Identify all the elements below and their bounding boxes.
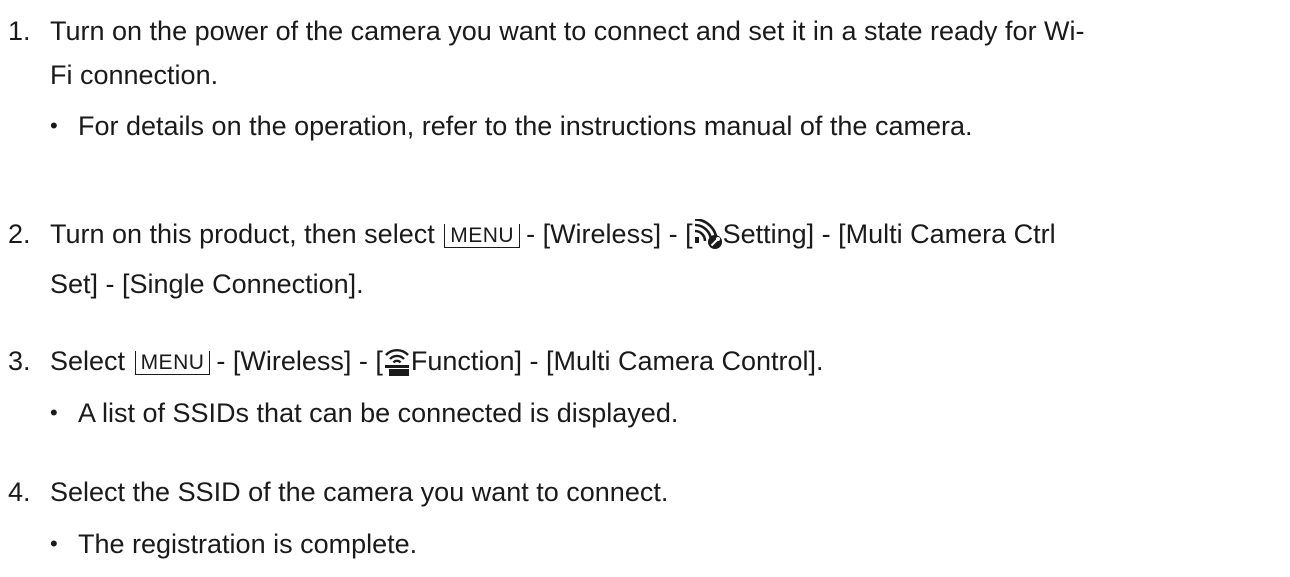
bullet-text: A list of SSIDs that can be connected is…: [78, 398, 679, 428]
step-number: 3.: [8, 346, 31, 376]
step-3: 3. Select MENU - [Wireless] - [ Function]…: [8, 339, 1280, 389]
wifi-function-icon: [383, 345, 411, 389]
step-number: 1.: [8, 16, 31, 46]
step-1-bullet: • For details on the operation, refer to…: [42, 104, 1272, 148]
step-text: Turn on this product, then select MENU - …: [50, 212, 1280, 306]
step-text-line: Turn on the power of the camera you want…: [50, 16, 1085, 46]
menu-key: MENU: [444, 224, 521, 248]
step-text: Select the SSID of the camera you want t…: [50, 477, 669, 507]
wifi-setting-icon: [693, 218, 723, 262]
step-text-line: Select MENU - [Wireless] - [ Function] - …: [50, 339, 1280, 389]
step-text-mid: - [Wireless] - [: [526, 219, 693, 249]
step-text-line: Fi connection.: [50, 60, 219, 90]
step-number: 2.: [8, 219, 31, 249]
step-number: 4.: [8, 477, 31, 507]
bullet-dot: •: [50, 400, 58, 425]
bullet-text: For details on the operation, refer to t…: [78, 111, 973, 141]
bullet-dot: •: [50, 531, 58, 556]
step-text-prefix: Select: [50, 346, 126, 376]
menu-key: MENU: [134, 351, 211, 375]
step-1: 1. Turn on the power of the camera you w…: [8, 9, 1280, 97]
step-3-bullet: • A list of SSIDs that can be connected …: [42, 391, 1272, 435]
step-text-after-icon: Setting] - [Multi Camera Ctrl: [722, 219, 1056, 249]
step-text-line: Turn on this product, then select MENU - …: [50, 212, 1280, 262]
instructions-document: 1. Turn on the power of the camera you w…: [0, 0, 1290, 577]
step-text: Select MENU - [Wireless] - [ Function] - …: [50, 339, 1280, 389]
step-text-after-icon: Function] - [Multi Camera Control].: [410, 346, 824, 376]
bullet-dot: •: [50, 113, 58, 138]
step-text-prefix: Turn on this product, then select: [50, 219, 435, 249]
step-text: Turn on the power of the camera you want…: [50, 9, 1280, 97]
step-2: 2. Turn on this product, then select MEN…: [8, 212, 1280, 306]
step-text-line: Set] - [Single Connection].: [50, 269, 364, 299]
bullet-text: The registration is complete.: [78, 529, 418, 559]
step-4-bullet: • The registration is complete.: [42, 522, 1272, 566]
step-4: 4. Select the SSID of the camera you wan…: [8, 470, 1280, 514]
step-text-mid: - [Wireless] - [: [216, 346, 383, 376]
